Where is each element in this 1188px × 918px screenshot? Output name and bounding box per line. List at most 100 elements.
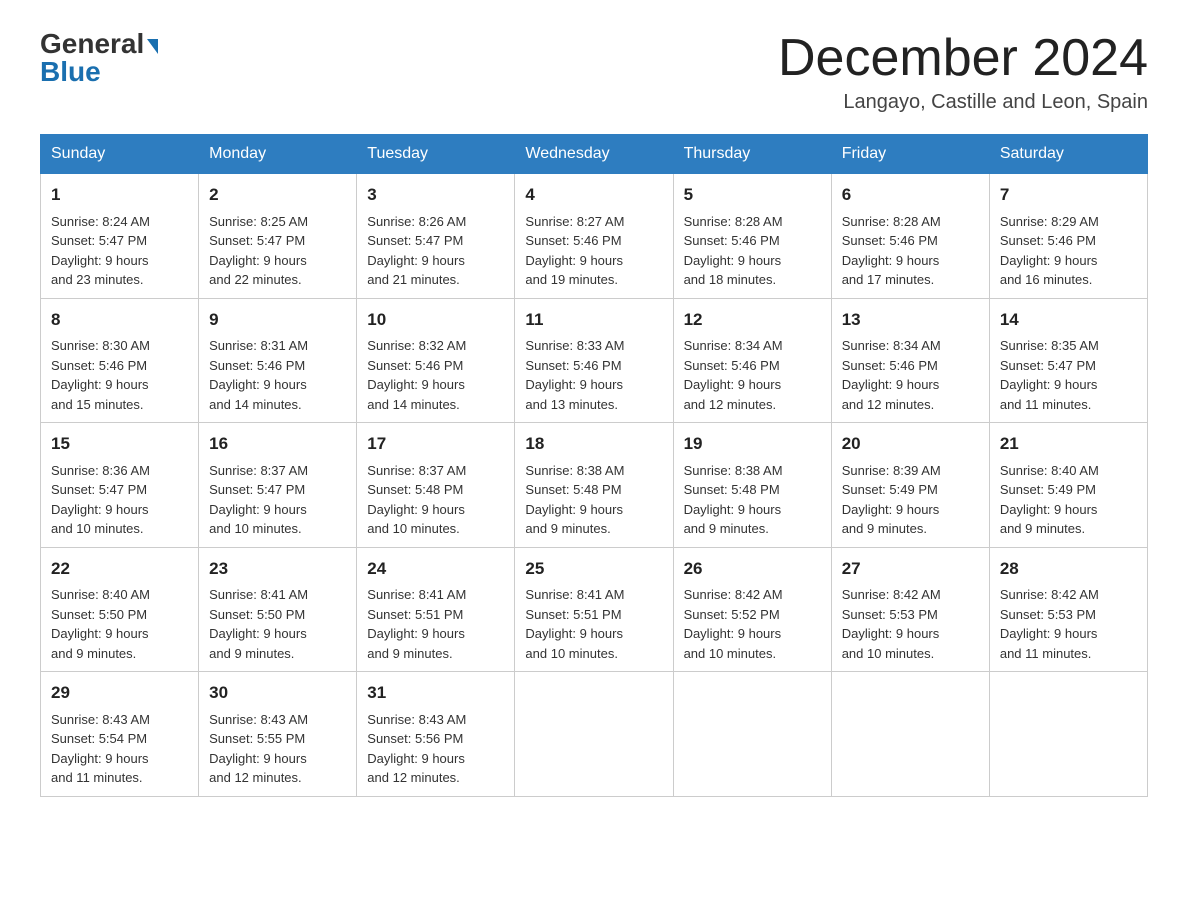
title-section: December 2024 Langayo, Castille and Leon… (778, 30, 1148, 114)
day-number: 26 (684, 556, 821, 582)
day-info: Sunrise: 8:38 AMSunset: 5:48 PMDaylight:… (525, 461, 662, 539)
day-number: 13 (842, 307, 979, 333)
day-info: Sunrise: 8:25 AMSunset: 5:47 PMDaylight:… (209, 212, 346, 290)
day-info: Sunrise: 8:42 AMSunset: 5:53 PMDaylight:… (842, 585, 979, 663)
logo-arrow-icon (147, 39, 158, 54)
day-info: Sunrise: 8:42 AMSunset: 5:52 PMDaylight:… (684, 585, 821, 663)
day-info: Sunrise: 8:27 AMSunset: 5:46 PMDaylight:… (525, 212, 662, 290)
col-sunday: Sunday (41, 135, 199, 174)
day-info: Sunrise: 8:36 AMSunset: 5:47 PMDaylight:… (51, 461, 188, 539)
table-row: 1 Sunrise: 8:24 AMSunset: 5:47 PMDaylight… (41, 174, 199, 299)
day-info: Sunrise: 8:31 AMSunset: 5:46 PMDaylight:… (209, 336, 346, 414)
day-number: 5 (684, 182, 821, 208)
day-number: 29 (51, 680, 188, 706)
day-info: Sunrise: 8:43 AMSunset: 5:54 PMDaylight:… (51, 710, 188, 788)
table-row: 10 Sunrise: 8:32 AMSunset: 5:46 PMDayligh… (357, 298, 515, 423)
calendar-header-row: Sunday Monday Tuesday Wednesday Thursday… (41, 135, 1148, 174)
day-info: Sunrise: 8:30 AMSunset: 5:46 PMDaylight:… (51, 336, 188, 414)
table-row: 3 Sunrise: 8:26 AMSunset: 5:47 PMDaylight… (357, 174, 515, 299)
day-info: Sunrise: 8:28 AMSunset: 5:46 PMDaylight:… (842, 212, 979, 290)
table-row: 20 Sunrise: 8:39 AMSunset: 5:49 PMDayligh… (831, 423, 989, 548)
table-row: 27 Sunrise: 8:42 AMSunset: 5:53 PMDayligh… (831, 547, 989, 672)
table-row: 18 Sunrise: 8:38 AMSunset: 5:48 PMDayligh… (515, 423, 673, 548)
col-monday: Monday (199, 135, 357, 174)
day-number: 2 (209, 182, 346, 208)
day-number: 28 (1000, 556, 1137, 582)
table-row: 14 Sunrise: 8:35 AMSunset: 5:47 PMDayligh… (989, 298, 1147, 423)
table-row: 15 Sunrise: 8:36 AMSunset: 5:47 PMDayligh… (41, 423, 199, 548)
calendar-table: Sunday Monday Tuesday Wednesday Thursday… (40, 134, 1148, 797)
table-row (515, 672, 673, 797)
table-row: 7Sunrise: 8:29 AMSunset: 5:46 PMDaylight… (989, 174, 1147, 299)
day-number: 19 (684, 431, 821, 457)
table-row: 16Sunrise: 8:37 AMSunset: 5:47 PMDayligh… (199, 423, 357, 548)
day-number: 9 (209, 307, 346, 333)
day-number: 11 (525, 307, 662, 333)
table-row (673, 672, 831, 797)
day-info: Sunrise: 8:40 AMSunset: 5:50 PMDaylight:… (51, 585, 188, 663)
day-number: 20 (842, 431, 979, 457)
table-row: 19Sunrise: 8:38 AMSunset: 5:48 PMDayligh… (673, 423, 831, 548)
table-row: 22 Sunrise: 8:40 AMSunset: 5:50 PMDayligh… (41, 547, 199, 672)
table-row: 6 Sunrise: 8:28 AMSunset: 5:46 PMDaylight… (831, 174, 989, 299)
day-number: 1 (51, 182, 188, 208)
day-info: Sunrise: 8:32 AMSunset: 5:46 PMDaylight:… (367, 336, 504, 414)
table-row: 30 Sunrise: 8:43 AMSunset: 5:55 PMDayligh… (199, 672, 357, 797)
day-number: 22 (51, 556, 188, 582)
col-thursday: Thursday (673, 135, 831, 174)
day-number: 6 (842, 182, 979, 208)
day-info: Sunrise: 8:26 AMSunset: 5:47 PMDaylight:… (367, 212, 504, 290)
day-info: Sunrise: 8:41 AMSunset: 5:51 PMDaylight:… (525, 585, 662, 663)
day-number: 8 (51, 307, 188, 333)
table-row: 25 Sunrise: 8:41 AMSunset: 5:51 PMDayligh… (515, 547, 673, 672)
day-info: Sunrise: 8:43 AMSunset: 5:56 PMDaylight:… (367, 710, 504, 788)
day-info: Sunrise: 8:29 AMSunset: 5:46 PMDaylight:… (1000, 212, 1137, 290)
table-row: 24Sunrise: 8:41 AMSunset: 5:51 PMDayligh… (357, 547, 515, 672)
col-tuesday: Tuesday (357, 135, 515, 174)
month-title: December 2024 (778, 30, 1148, 87)
day-number: 27 (842, 556, 979, 582)
table-row: 8 Sunrise: 8:30 AMSunset: 5:46 PMDaylight… (41, 298, 199, 423)
day-number: 18 (525, 431, 662, 457)
day-number: 4 (525, 182, 662, 208)
day-info: Sunrise: 8:35 AMSunset: 5:47 PMDaylight:… (1000, 336, 1137, 414)
day-info: Sunrise: 8:42 AMSunset: 5:53 PMDaylight:… (1000, 585, 1137, 663)
day-number: 15 (51, 431, 188, 457)
table-row: 11 Sunrise: 8:33 AMSunset: 5:46 PMDayligh… (515, 298, 673, 423)
day-info: Sunrise: 8:40 AMSunset: 5:49 PMDaylight:… (1000, 461, 1137, 539)
table-row: 5 Sunrise: 8:28 AMSunset: 5:46 PMDaylight… (673, 174, 831, 299)
day-number: 25 (525, 556, 662, 582)
table-row: 31 Sunrise: 8:43 AMSunset: 5:56 PMDayligh… (357, 672, 515, 797)
day-number: 31 (367, 680, 504, 706)
day-info: Sunrise: 8:43 AMSunset: 5:55 PMDaylight:… (209, 710, 346, 788)
day-info: Sunrise: 8:39 AMSunset: 5:49 PMDaylight:… (842, 461, 979, 539)
logo: General Blue (40, 30, 158, 86)
table-row: 28 Sunrise: 8:42 AMSunset: 5:53 PMDayligh… (989, 547, 1147, 672)
table-row: 23 Sunrise: 8:41 AMSunset: 5:50 PMDayligh… (199, 547, 357, 672)
day-info: Sunrise: 8:33 AMSunset: 5:46 PMDaylight:… (525, 336, 662, 414)
table-row (831, 672, 989, 797)
day-info: Sunrise: 8:41 AMSunset: 5:50 PMDaylight:… (209, 585, 346, 663)
location-text: Langayo, Castille and Leon, Spain (778, 91, 1148, 114)
logo-blue-text: Blue (40, 56, 101, 87)
day-info: Sunrise: 8:24 AMSunset: 5:47 PMDaylight:… (51, 212, 188, 290)
day-info: Sunrise: 8:34 AMSunset: 5:46 PMDaylight:… (842, 336, 979, 414)
day-info: Sunrise: 8:37 AMSunset: 5:47 PMDaylight:… (209, 461, 346, 539)
table-row: 26 Sunrise: 8:42 AMSunset: 5:52 PMDayligh… (673, 547, 831, 672)
day-number: 23 (209, 556, 346, 582)
table-row: 2 Sunrise: 8:25 AMSunset: 5:47 PMDaylight… (199, 174, 357, 299)
day-number: 21 (1000, 431, 1137, 457)
day-number: 24 (367, 556, 504, 582)
col-saturday: Saturday (989, 135, 1147, 174)
day-info: Sunrise: 8:34 AMSunset: 5:46 PMDaylight:… (684, 336, 821, 414)
table-row: 12 Sunrise: 8:34 AMSunset: 5:46 PMDayligh… (673, 298, 831, 423)
table-row: 17Sunrise: 8:37 AMSunset: 5:48 PMDayligh… (357, 423, 515, 548)
day-number: 3 (367, 182, 504, 208)
table-row: 29 Sunrise: 8:43 AMSunset: 5:54 PMDayligh… (41, 672, 199, 797)
day-number: 12 (684, 307, 821, 333)
day-number: 17 (367, 431, 504, 457)
day-number: 30 (209, 680, 346, 706)
day-info: Sunrise: 8:28 AMSunset: 5:46 PMDaylight:… (684, 212, 821, 290)
day-number: 10 (367, 307, 504, 333)
day-number: 14 (1000, 307, 1137, 333)
